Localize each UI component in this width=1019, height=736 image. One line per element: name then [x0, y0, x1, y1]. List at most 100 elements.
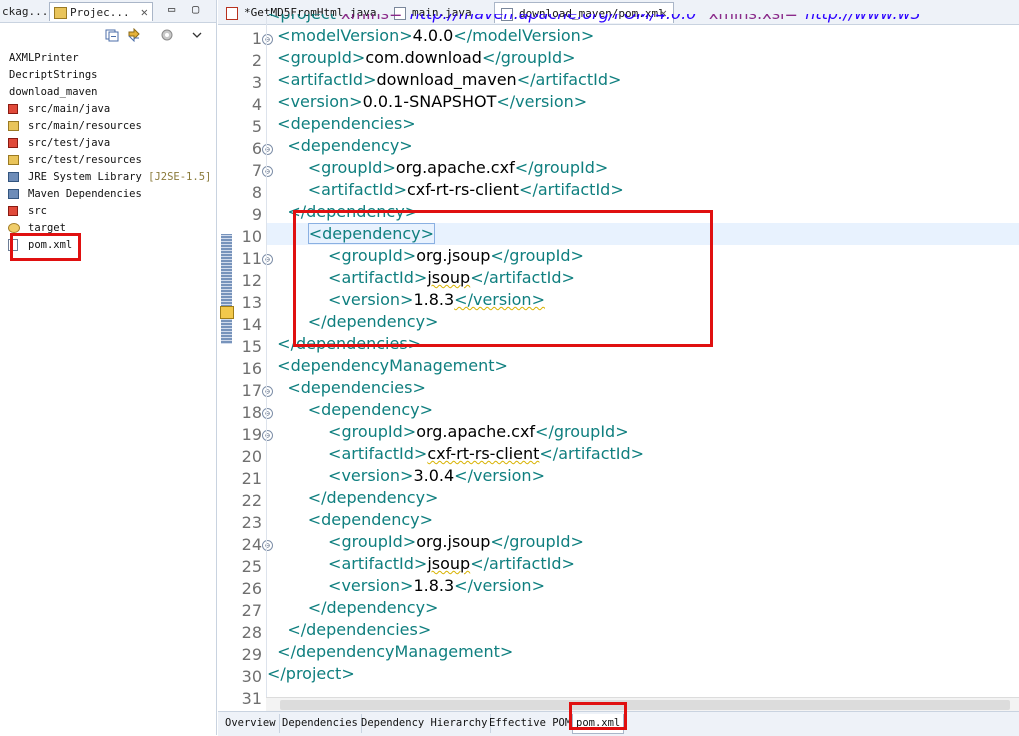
code-line: </dependency> [267, 597, 1019, 619]
xml-text: cxf-rt-rs-client [406, 180, 520, 199]
code-line: <groupId>org.jsoup</groupId> [267, 531, 1019, 553]
error-folder-icon [8, 206, 18, 216]
maximize-icon[interactable]: ▢ [192, 2, 199, 16]
tab-label: ckag... [2, 5, 49, 18]
code-line: <dependencies> [267, 113, 1019, 135]
tab-overview[interactable]: Overview [222, 714, 280, 733]
line-number: 1 [251, 29, 262, 48]
xml-text: com.download [365, 48, 482, 67]
line-number: 28 [241, 623, 262, 642]
code-line: </dependencyManagement> [267, 641, 1019, 663]
code-line: </dependency> [267, 487, 1019, 509]
xml-open-tag: <dependencies> [287, 378, 426, 397]
view-tab-bar: ckag... Projec... ✕ ▭ ▢ [0, 0, 216, 23]
xml-close-tag: </version> [454, 576, 545, 595]
tree-item-src-main-resources[interactable]: src/main/resources [0, 118, 216, 135]
xml-close-tag: </dependency> [307, 488, 439, 507]
line-number: 14 [241, 315, 262, 334]
xml-open-tag: <groupId> [328, 422, 417, 441]
line-number: 21 [241, 469, 262, 488]
tree-item-label: src/test/java [28, 137, 111, 149]
line-number: 5 [251, 117, 262, 136]
tree-item-label: src/main/resources [28, 120, 142, 132]
line-number: 10 [241, 227, 262, 246]
source-folder-icon [8, 121, 19, 131]
xml-open-tag: <artifactId> [277, 70, 377, 89]
tree-item-src-main-java[interactable]: src/main/java [0, 101, 216, 118]
line-number: 2 [251, 51, 262, 70]
horizontal-scrollbar[interactable] [266, 697, 1019, 712]
tab-project-explorer[interactable]: Projec... ✕ [49, 2, 153, 21]
xml-text: 4.0.0 [412, 26, 454, 45]
code-line: <artifactId>jsoup</artifactId> [267, 553, 1019, 575]
minimize-icon[interactable]: ▭ [168, 2, 175, 16]
xml-open-tag: <dependency> [307, 510, 434, 529]
xml-attribute: xmlns= [336, 14, 402, 23]
code-line: <version>0.0.1-SNAPSHOT</version> [267, 91, 1019, 113]
link-with-editor-icon[interactable] [127, 28, 141, 42]
xml-tag: <project [267, 14, 336, 23]
xml-open-tag: <modelVersion> [277, 26, 413, 45]
view-menu-icon[interactable] [160, 28, 174, 42]
xml-close-tag: </groupId> [535, 422, 629, 441]
tree-item-label: DecriptStrings [9, 69, 98, 81]
xml-close-tag: </dependencyManagement> [277, 642, 514, 661]
xml-attribute-value: "http://www.w3 [798, 14, 921, 23]
tree-item-axmlprinter[interactable]: AXMLPrinter [0, 50, 216, 67]
tree-item-download-maven[interactable]: download_maven [0, 84, 216, 101]
chevron-down-icon[interactable] [190, 28, 204, 42]
line-number: 19 [241, 425, 262, 444]
xml-open-tag: <artifactId> [328, 444, 428, 463]
code-line: <project xmlns="http://maven.apache.org/… [267, 14, 1019, 25]
code-line: <artifactId>cxf-rt-rs-client</artifactId… [267, 179, 1019, 201]
editor-area: *GetMD5FromHtml.java main.java download_… [218, 0, 1019, 736]
close-icon[interactable]: ✕ [141, 3, 148, 22]
tree-item-decriptstrings[interactable]: DecriptStrings [0, 67, 216, 84]
xml-open-tag: <groupId> [277, 48, 366, 67]
line-number: 23 [241, 513, 262, 532]
line-number-gutter: 1 ⊖ 2 3 4 5 6 ⊖ 7 ⊖ 8 9 10 11 ⊖ 12 13 14 15 16 17 ⊖ 18 ⊖ 19 ⊖ 20 21… [226, 25, 273, 710]
line-number: 15 [241, 337, 262, 356]
tree-item-src[interactable]: src [0, 203, 216, 220]
tree-item-maven-dependencies[interactable]: Maven Dependencies [0, 186, 216, 203]
xml-close-tag: </groupId> [514, 158, 609, 177]
code-line: <dependency> [267, 509, 1019, 531]
tab-label: Effective POM [489, 717, 572, 729]
line-number: 9 [251, 205, 262, 224]
collapse-all-icon[interactable] [105, 28, 119, 42]
tab-dependencies[interactable]: Dependencies [279, 714, 362, 733]
line-number: 18 [241, 403, 262, 422]
tree-item-jre-system-library[interactable]: JRE System Library [J2SE-1.5] [0, 169, 216, 186]
xml-close-tag: </artifactId> [519, 180, 624, 199]
tree-item-src-test-java[interactable]: src/test/java [0, 135, 216, 152]
tab-effective-pom[interactable]: Effective POM [486, 714, 576, 733]
tree-item-decoration: [J2SE-1.5] [148, 171, 212, 183]
tab-dependency-hierarchy[interactable]: Dependency Hierarchy [358, 714, 492, 733]
xml-attribute-value: "http://maven.apache.org/POM/4.0.0" [402, 14, 703, 23]
highlight-box [293, 210, 713, 347]
xml-close-tag: </dependency> [307, 598, 439, 617]
tree-item-src-test-resources[interactable]: src/test/resources [0, 152, 216, 169]
xml-close-tag: </project> [267, 664, 355, 683]
highlight-box [10, 233, 81, 261]
xml-close-tag: </groupId> [481, 48, 576, 67]
xml-open-tag: <dependency> [307, 400, 434, 419]
package-explorer-panel: ckag... Projec... ✕ ▭ ▢ AXMLPrinter Decr… [0, 0, 217, 735]
xml-open-tag: <dependency> [287, 136, 413, 155]
tab-package-explorer[interactable]: ckag... [0, 2, 48, 21]
xml-text: org.apache.cxf [395, 158, 515, 177]
error-folder-icon [8, 104, 18, 114]
folder-icon [8, 223, 20, 233]
code-area[interactable]: <project xmlns="http://maven.apache.org/… [266, 14, 1019, 710]
scrollbar-thumb[interactable] [280, 700, 1010, 710]
